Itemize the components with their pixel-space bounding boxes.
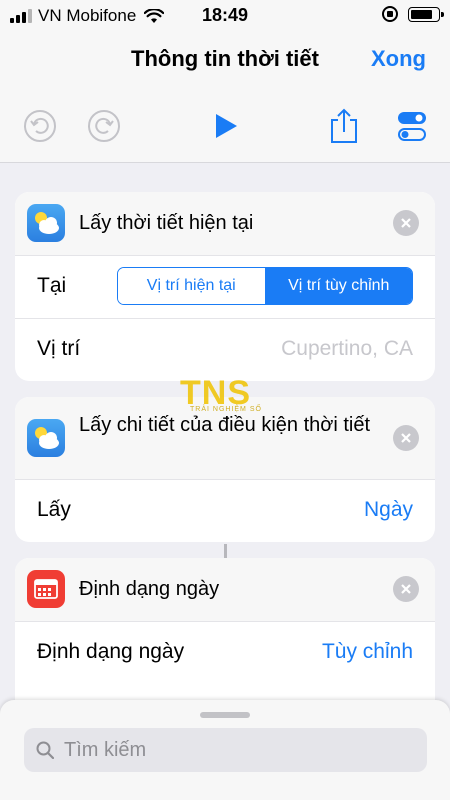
card-title: Lấy thời tiết hiện tại	[79, 212, 254, 234]
editor-toolbar	[0, 90, 450, 163]
play-icon	[216, 114, 237, 138]
watermark-subtitle: TRẢI NGHIỆM SỐ	[190, 406, 262, 413]
calendar-icon	[27, 570, 65, 608]
location-input[interactable]: Cupertino, CA	[281, 337, 413, 361]
action-card-format-date: Định dạng ngày Định dạng ngày Tùy chỉnh	[15, 558, 435, 700]
status-bar: VN Mobifone 18:49	[0, 0, 450, 30]
navigation-bar: Thông tin thời tiết Xong	[0, 30, 450, 90]
weather-icon	[27, 204, 65, 242]
close-icon	[401, 433, 411, 443]
redo-button[interactable]	[86, 108, 122, 144]
date-format-value-button[interactable]: Tùy chỉnh	[322, 640, 413, 664]
undo-button[interactable]	[22, 108, 58, 144]
card-header: Định dạng ngày	[15, 558, 435, 622]
action-connector	[224, 544, 227, 558]
row-label: Lấy	[37, 498, 71, 521]
date-format-row: Định dạng ngày Tùy chỉnh	[15, 622, 435, 684]
settings-toggle-icon	[398, 112, 426, 141]
segment-custom-location[interactable]: Vị trí tùy chỉnh	[265, 268, 412, 304]
redo-icon	[88, 110, 120, 142]
row-label: Tại	[37, 274, 67, 297]
close-icon	[401, 218, 411, 228]
weather-icon	[27, 419, 65, 457]
segment-current-location[interactable]: Vị trí hiện tại	[118, 268, 266, 304]
run-button[interactable]	[207, 108, 243, 144]
done-button[interactable]: Xong	[371, 46, 426, 72]
search-input[interactable]: Tìm kiếm	[24, 728, 427, 772]
remove-action-button[interactable]	[393, 210, 419, 236]
undo-icon	[24, 110, 56, 142]
settings-button[interactable]	[394, 108, 430, 144]
action-card-get-current-weather: Lấy thời tiết hiện tại Tại Vị trí hiện t…	[15, 192, 435, 381]
remove-action-button[interactable]	[393, 425, 419, 451]
row-label: Định dạng ngày	[37, 640, 185, 663]
close-icon	[401, 584, 411, 594]
action-card-get-weather-detail: Lấy chi tiết của điều kiện thời tiết Lấy…	[15, 397, 435, 542]
search-icon	[36, 741, 54, 759]
location-segmented-control[interactable]: Vị trí hiện tại Vị trí tùy chỉnh	[117, 267, 413, 305]
search-placeholder: Tìm kiếm	[64, 739, 147, 761]
status-right	[382, 6, 444, 22]
watermark-logo: TNS TRẢI NGHIỆM SỐ	[180, 376, 274, 416]
detail-row: Lấy Ngày	[15, 480, 435, 542]
location-row: Vị trí Cupertino, CA	[15, 319, 435, 381]
rotation-lock-icon	[382, 6, 398, 22]
row-label: Vị trí	[37, 337, 81, 360]
action-search-sheet: Tìm kiếm	[0, 700, 450, 800]
sheet-grabber-handle[interactable]	[200, 712, 250, 718]
location-mode-row: Tại Vị trí hiện tại Vị trí tùy chỉnh	[15, 256, 435, 319]
detail-value-button[interactable]: Ngày	[364, 498, 413, 522]
share-button[interactable]	[326, 108, 362, 144]
card-title: Định dạng ngày	[79, 578, 220, 600]
card-header: Lấy thời tiết hiện tại	[15, 192, 435, 256]
battery-icon	[408, 6, 444, 22]
share-icon	[331, 108, 357, 143]
watermark-letters: TNS	[180, 374, 251, 412]
remove-action-button[interactable]	[393, 576, 419, 602]
